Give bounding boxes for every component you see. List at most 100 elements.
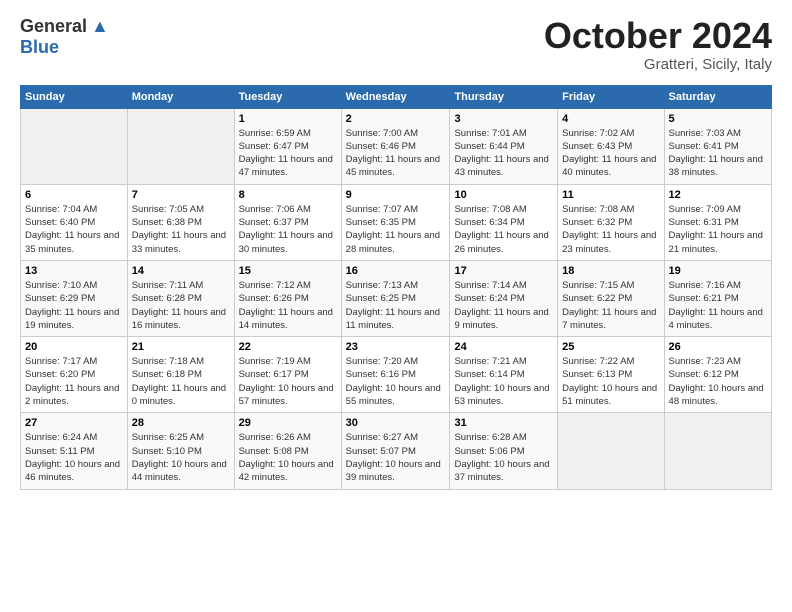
calendar-cell bbox=[127, 108, 234, 184]
month-title: October 2024 bbox=[544, 16, 772, 56]
calendar-header-row: SundayMondayTuesdayWednesdayThursdayFrid… bbox=[21, 85, 772, 108]
calendar-cell: 11 Sunrise: 7:08 AM Sunset: 6:32 PM Dayli… bbox=[558, 184, 664, 260]
day-info: Sunrise: 7:00 AM Sunset: 6:46 PM Dayligh… bbox=[346, 127, 446, 180]
page-container: General ▲ Blue October 2024 Gratteri, Si… bbox=[0, 0, 792, 500]
calendar-cell: 17 Sunrise: 7:14 AM Sunset: 6:24 PM Dayli… bbox=[450, 260, 558, 336]
day-header-tuesday: Tuesday bbox=[234, 85, 341, 108]
calendar-week-row: 6Sunrise: 7:04 AM Sunset: 6:40 PM Daylig… bbox=[21, 184, 772, 260]
calendar-cell: 13 Sunrise: 7:10 AM Sunset: 6:29 PM Dayli… bbox=[21, 260, 128, 336]
day-number: 10 bbox=[454, 189, 553, 201]
day-info: Sunrise: 7:21 AM Sunset: 6:14 PM Dayligh… bbox=[454, 355, 553, 408]
calendar-cell: 3 Sunrise: 7:01 AM Sunset: 6:44 PM Daylig… bbox=[450, 108, 558, 184]
calendar-cell: 5 Sunrise: 7:03 AM Sunset: 6:41 PM Daylig… bbox=[664, 108, 771, 184]
calendar-cell: 20Sunrise: 7:17 AM Sunset: 6:20 PM Dayli… bbox=[21, 337, 128, 413]
calendar-cell: 7 Sunrise: 7:05 AM Sunset: 6:38 PM Daylig… bbox=[127, 184, 234, 260]
calendar-cell bbox=[664, 413, 771, 489]
day-info: Sunrise: 7:23 AM Sunset: 6:12 PM Dayligh… bbox=[669, 355, 767, 408]
day-info: Sunrise: 7:05 AM Sunset: 6:38 PM Dayligh… bbox=[132, 203, 230, 256]
day-info: Sunrise: 6:27 AM Sunset: 5:07 PM Dayligh… bbox=[346, 431, 446, 484]
day-info: Sunrise: 7:01 AM Sunset: 6:44 PM Dayligh… bbox=[454, 127, 553, 180]
day-info: Sunrise: 6:25 AM Sunset: 5:10 PM Dayligh… bbox=[132, 431, 230, 484]
day-info: Sunrise: 7:14 AM Sunset: 6:24 PM Dayligh… bbox=[454, 279, 553, 332]
day-number: 4 bbox=[562, 113, 659, 125]
day-info: Sunrise: 6:24 AM Sunset: 5:11 PM Dayligh… bbox=[25, 431, 123, 484]
day-number: 17 bbox=[454, 265, 553, 277]
day-number: 21 bbox=[132, 341, 230, 353]
calendar-cell: 2Sunrise: 7:00 AM Sunset: 6:46 PM Daylig… bbox=[341, 108, 450, 184]
calendar-cell: 14Sunrise: 7:11 AM Sunset: 6:28 PM Dayli… bbox=[127, 260, 234, 336]
day-number: 31 bbox=[454, 417, 553, 429]
calendar-cell: 26 Sunrise: 7:23 AM Sunset: 6:12 PM Dayli… bbox=[664, 337, 771, 413]
title-block: October 2024 Gratteri, Sicily, Italy bbox=[544, 16, 772, 73]
day-info: Sunrise: 7:20 AM Sunset: 6:16 PM Dayligh… bbox=[346, 355, 446, 408]
calendar-cell: 24 Sunrise: 7:21 AM Sunset: 6:14 PM Dayli… bbox=[450, 337, 558, 413]
page-header: General ▲ Blue October 2024 Gratteri, Si… bbox=[20, 16, 772, 73]
location-subtitle: Gratteri, Sicily, Italy bbox=[544, 56, 772, 73]
calendar-week-row: 27Sunrise: 6:24 AM Sunset: 5:11 PM Dayli… bbox=[21, 413, 772, 489]
day-header-monday: Monday bbox=[127, 85, 234, 108]
day-info: Sunrise: 7:18 AM Sunset: 6:18 PM Dayligh… bbox=[132, 355, 230, 408]
day-number: 15 bbox=[239, 265, 337, 277]
calendar-cell: 10 Sunrise: 7:08 AM Sunset: 6:34 PM Dayli… bbox=[450, 184, 558, 260]
calendar-cell: 18Sunrise: 7:15 AM Sunset: 6:22 PM Dayli… bbox=[558, 260, 664, 336]
day-number: 25 bbox=[562, 341, 659, 353]
day-info: Sunrise: 7:08 AM Sunset: 6:34 PM Dayligh… bbox=[454, 203, 553, 256]
day-info: Sunrise: 7:09 AM Sunset: 6:31 PM Dayligh… bbox=[669, 203, 767, 256]
day-number: 12 bbox=[669, 189, 767, 201]
day-number: 20 bbox=[25, 341, 123, 353]
day-header-thursday: Thursday bbox=[450, 85, 558, 108]
day-info: Sunrise: 6:59 AM Sunset: 6:47 PM Dayligh… bbox=[239, 127, 337, 180]
day-number: 23 bbox=[346, 341, 446, 353]
logo-blue-text: Blue bbox=[20, 37, 59, 58]
calendar-cell: 16 Sunrise: 7:13 AM Sunset: 6:25 PM Dayli… bbox=[341, 260, 450, 336]
calendar-cell: 22Sunrise: 7:19 AM Sunset: 6:17 PM Dayli… bbox=[234, 337, 341, 413]
day-number: 26 bbox=[669, 341, 767, 353]
calendar-cell bbox=[21, 108, 128, 184]
calendar-cell: 23 Sunrise: 7:20 AM Sunset: 6:16 PM Dayli… bbox=[341, 337, 450, 413]
day-header-sunday: Sunday bbox=[21, 85, 128, 108]
calendar-cell: 25 Sunrise: 7:22 AM Sunset: 6:13 PM Dayli… bbox=[558, 337, 664, 413]
day-number: 5 bbox=[669, 113, 767, 125]
day-info: Sunrise: 7:15 AM Sunset: 6:22 PM Dayligh… bbox=[562, 279, 659, 332]
day-number: 22 bbox=[239, 341, 337, 353]
calendar-table: SundayMondayTuesdayWednesdayThursdayFrid… bbox=[20, 85, 772, 490]
day-number: 11 bbox=[562, 189, 659, 201]
calendar-week-row: 13 Sunrise: 7:10 AM Sunset: 6:29 PM Dayli… bbox=[21, 260, 772, 336]
day-number: 1 bbox=[239, 113, 337, 125]
day-number: 16 bbox=[346, 265, 446, 277]
day-info: Sunrise: 7:13 AM Sunset: 6:25 PM Dayligh… bbox=[346, 279, 446, 332]
day-number: 13 bbox=[25, 265, 123, 277]
calendar-cell: 15 Sunrise: 7:12 AM Sunset: 6:26 PM Dayli… bbox=[234, 260, 341, 336]
day-header-friday: Friday bbox=[558, 85, 664, 108]
day-number: 6 bbox=[25, 189, 123, 201]
calendar-week-row: 20Sunrise: 7:17 AM Sunset: 6:20 PM Dayli… bbox=[21, 337, 772, 413]
day-number: 9 bbox=[346, 189, 446, 201]
calendar-cell: 6Sunrise: 7:04 AM Sunset: 6:40 PM Daylig… bbox=[21, 184, 128, 260]
calendar-cell bbox=[558, 413, 664, 489]
day-info: Sunrise: 7:16 AM Sunset: 6:21 PM Dayligh… bbox=[669, 279, 767, 332]
calendar-cell: 28 Sunrise: 6:25 AM Sunset: 5:10 PM Dayli… bbox=[127, 413, 234, 489]
logo-general-text: General bbox=[20, 16, 87, 37]
day-number: 14 bbox=[132, 265, 230, 277]
day-header-wednesday: Wednesday bbox=[341, 85, 450, 108]
day-number: 24 bbox=[454, 341, 553, 353]
day-info: Sunrise: 6:26 AM Sunset: 5:08 PM Dayligh… bbox=[239, 431, 337, 484]
day-info: Sunrise: 7:22 AM Sunset: 6:13 PM Dayligh… bbox=[562, 355, 659, 408]
calendar-cell: 9Sunrise: 7:07 AM Sunset: 6:35 PM Daylig… bbox=[341, 184, 450, 260]
calendar-cell: 29Sunrise: 6:26 AM Sunset: 5:08 PM Dayli… bbox=[234, 413, 341, 489]
day-info: Sunrise: 7:12 AM Sunset: 6:26 PM Dayligh… bbox=[239, 279, 337, 332]
calendar-cell: 12 Sunrise: 7:09 AM Sunset: 6:31 PM Dayli… bbox=[664, 184, 771, 260]
day-number: 28 bbox=[132, 417, 230, 429]
calendar-cell: 8Sunrise: 7:06 AM Sunset: 6:37 PM Daylig… bbox=[234, 184, 341, 260]
calendar-cell: 27Sunrise: 6:24 AM Sunset: 5:11 PM Dayli… bbox=[21, 413, 128, 489]
calendar-cell: 31 Sunrise: 6:28 AM Sunset: 5:06 PM Dayli… bbox=[450, 413, 558, 489]
day-info: Sunrise: 7:08 AM Sunset: 6:32 PM Dayligh… bbox=[562, 203, 659, 256]
day-info: Sunrise: 7:03 AM Sunset: 6:41 PM Dayligh… bbox=[669, 127, 767, 180]
day-info: Sunrise: 7:06 AM Sunset: 6:37 PM Dayligh… bbox=[239, 203, 337, 256]
day-number: 3 bbox=[454, 113, 553, 125]
day-number: 19 bbox=[669, 265, 767, 277]
logo: General ▲ Blue bbox=[20, 16, 109, 58]
day-info: Sunrise: 7:10 AM Sunset: 6:29 PM Dayligh… bbox=[25, 279, 123, 332]
day-number: 7 bbox=[132, 189, 230, 201]
day-info: Sunrise: 6:28 AM Sunset: 5:06 PM Dayligh… bbox=[454, 431, 553, 484]
